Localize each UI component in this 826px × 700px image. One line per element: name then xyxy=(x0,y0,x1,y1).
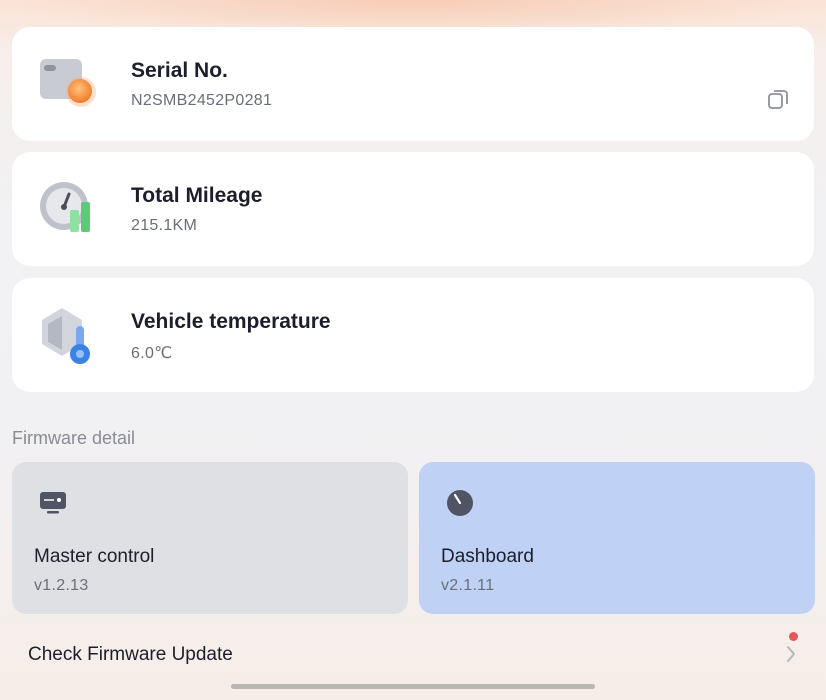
serial-number-value: N2SMB2452P0281 xyxy=(131,92,273,109)
temperature-icon xyxy=(38,306,100,366)
serial-card-icon xyxy=(38,55,100,115)
firmware-dashboard-version: v2.1.11 xyxy=(441,577,495,594)
total-mileage-value: 215.1KM xyxy=(131,217,198,234)
chevron-right-icon xyxy=(784,644,798,664)
home-indicator[interactable] xyxy=(231,684,595,689)
copy-icon[interactable] xyxy=(766,87,792,113)
firmware-master-control-card[interactable]: Master control v1.2.13 xyxy=(12,462,408,614)
check-firmware-update-row[interactable]: Check Firmware Update xyxy=(12,626,814,682)
firmware-dashboard-name: Dashboard xyxy=(441,546,534,567)
check-firmware-update-label: Check Firmware Update xyxy=(28,644,233,665)
total-mileage-card: Total Mileage 215.1KM xyxy=(12,152,814,266)
vehicle-temperature-value: 6.0℃ xyxy=(131,345,173,362)
firmware-master-control-version: v1.2.13 xyxy=(34,577,89,594)
firmware-section-title: Firmware detail xyxy=(12,428,136,448)
mileage-gauge-icon xyxy=(38,180,100,240)
controller-icon xyxy=(38,488,68,518)
dashboard-dial-icon xyxy=(445,488,475,518)
vehicle-temperature-card: Vehicle temperature 6.0℃ xyxy=(12,278,814,392)
serial-number-title: Serial No. xyxy=(131,59,228,82)
update-available-dot xyxy=(789,632,798,641)
serial-number-card: Serial No. N2SMB2452P0281 xyxy=(12,27,814,141)
firmware-dashboard-card[interactable]: Dashboard v2.1.11 xyxy=(419,462,815,614)
total-mileage-title: Total Mileage xyxy=(131,184,263,207)
firmware-master-control-name: Master control xyxy=(34,546,155,567)
vehicle-temperature-title: Vehicle temperature xyxy=(131,310,331,333)
